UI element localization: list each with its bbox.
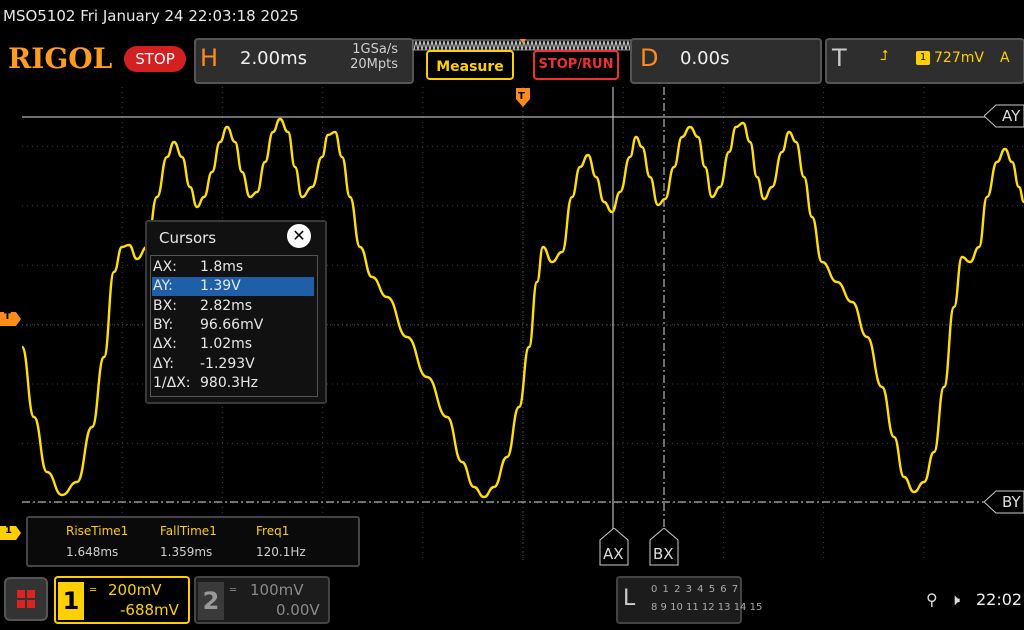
cursor-readout-key: AX: bbox=[153, 259, 177, 275]
title-text: MSO5102 Fri January 24 22:03:18 2025 bbox=[3, 7, 299, 25]
trigger-source-badge: 1 bbox=[916, 51, 930, 65]
timebase-value: 2.00ms bbox=[240, 48, 307, 69]
cursor-readout-row[interactable]: BY: 96.66mV bbox=[152, 316, 314, 335]
measurement-name: Freq1 bbox=[256, 524, 290, 538]
rising-edge-icon: ⮥ bbox=[880, 48, 889, 64]
cursor-readout-row[interactable]: BX: 2.82ms bbox=[152, 297, 314, 316]
cursor-readout-row[interactable]: AY: 1.39V bbox=[152, 277, 314, 297]
cursor-readout-value: 1.8ms bbox=[200, 259, 244, 275]
sample-rate-info: 1GSa/s 20Mpts bbox=[342, 42, 398, 72]
cursor-readout-row[interactable]: 1/ΔX: 980.3Hz bbox=[152, 374, 314, 393]
dc-coupling-icon: ═ bbox=[90, 585, 97, 596]
cursor-readout-value: 1.02ms bbox=[200, 336, 253, 353]
clock: 22:02 bbox=[976, 590, 1023, 609]
cursor-by-tag[interactable]: BY bbox=[983, 490, 1024, 514]
ch1-number: 1 bbox=[58, 582, 84, 620]
cursor-ay-label: AY bbox=[1002, 107, 1021, 125]
measure-button[interactable]: Measure bbox=[426, 50, 514, 80]
cursor-readout-row[interactable]: ΔX: 1.02ms bbox=[152, 335, 314, 354]
logic-channels-row1: 0 1 2 3 4 5 6 7 bbox=[651, 584, 740, 595]
measurement-value: 1.648ms bbox=[66, 545, 119, 559]
horizontal-letter: H bbox=[200, 44, 219, 72]
delay-letter: D bbox=[640, 44, 659, 72]
ch1-offset: -688mV bbox=[120, 601, 179, 619]
trigger-mode: A bbox=[1000, 50, 1010, 66]
cursor-readout-value: -1.293V bbox=[200, 355, 255, 372]
cursor-readout-row[interactable]: ΔY: -1.293V bbox=[152, 355, 314, 374]
logic-channels-row2: 8 9 10 11 12 13 14 15 bbox=[651, 602, 763, 613]
close-icon[interactable]: ✕ bbox=[287, 224, 311, 248]
cursor-readout-value: 980.3Hz bbox=[200, 374, 258, 391]
cursor-readout-key: BY: bbox=[153, 316, 174, 333]
cursor-readout-key: ΔY: bbox=[153, 355, 174, 372]
trigger-letter: T bbox=[832, 44, 847, 72]
cursor-ax-label: AX bbox=[603, 545, 624, 563]
cursor-readout-key: ΔX: bbox=[153, 336, 177, 353]
sound-muted-icon[interactable]: 🕨 bbox=[950, 590, 960, 610]
main-menu-button[interactable] bbox=[4, 577, 48, 621]
dc-coupling-icon: ═ bbox=[230, 585, 237, 596]
memory-depth: 20Mpts bbox=[350, 57, 398, 72]
cursor-readout-row[interactable]: AX: 1.8ms bbox=[152, 258, 314, 277]
measurement-name: RiseTime1 bbox=[66, 524, 129, 538]
measurement-value: 120.1Hz bbox=[256, 545, 306, 559]
trigger-level-marker[interactable]: T bbox=[0, 311, 22, 326]
run-state-badge[interactable]: STOP bbox=[124, 46, 186, 72]
rigol-logo: RIGOL bbox=[8, 42, 113, 75]
cursor-bx-tag[interactable]: BX bbox=[649, 527, 679, 566]
ch1-scale: 200mV bbox=[108, 581, 162, 599]
stop-run-button[interactable]: STOP/RUN bbox=[533, 50, 619, 80]
trigger-position-label: T bbox=[518, 91, 525, 102]
measurement-value: 1.359ms bbox=[160, 545, 213, 559]
cursor-bx-label: BX bbox=[653, 545, 674, 563]
ch1-ground-label: 1 bbox=[5, 525, 12, 536]
cursor-readout-key: AY: bbox=[153, 278, 173, 295]
cursor-readout-value: 1.39V bbox=[200, 278, 241, 295]
cursor-readout-key: 1/ΔX: bbox=[153, 374, 191, 391]
cursor-ay-tag[interactable]: AY bbox=[983, 104, 1024, 128]
cursor-ax-tag[interactable]: AX bbox=[599, 527, 629, 566]
cursors-panel-title: Cursors bbox=[159, 229, 217, 247]
trigger-level-label: T bbox=[4, 311, 11, 322]
ch2-number: 2 bbox=[198, 582, 224, 620]
trigger-position-marker[interactable]: T bbox=[515, 87, 531, 109]
trigger-level-value: 727mV bbox=[934, 50, 984, 66]
ch1-ground-marker[interactable]: 1 bbox=[0, 525, 22, 540]
ch2-scale: 100mV bbox=[250, 581, 304, 599]
logic-letter: L bbox=[623, 586, 636, 611]
delay-value: 0.00s bbox=[680, 48, 730, 69]
title-bar: MSO5102 Fri January 24 22:03:18 2025 bbox=[0, 0, 1024, 34]
usb-icon: ⚲ bbox=[926, 590, 938, 609]
cursor-readout-value: 96.66mV bbox=[200, 316, 264, 333]
cursor-readout-value: 2.82ms bbox=[200, 297, 253, 314]
measurement-name: FallTime1 bbox=[160, 524, 217, 538]
ch2-offset: 0.00V bbox=[276, 601, 320, 619]
sample-rate: 1GSa/s bbox=[352, 42, 398, 57]
cursor-by-label: BY bbox=[1002, 493, 1021, 511]
cursor-readout-key: BX: bbox=[153, 297, 177, 314]
